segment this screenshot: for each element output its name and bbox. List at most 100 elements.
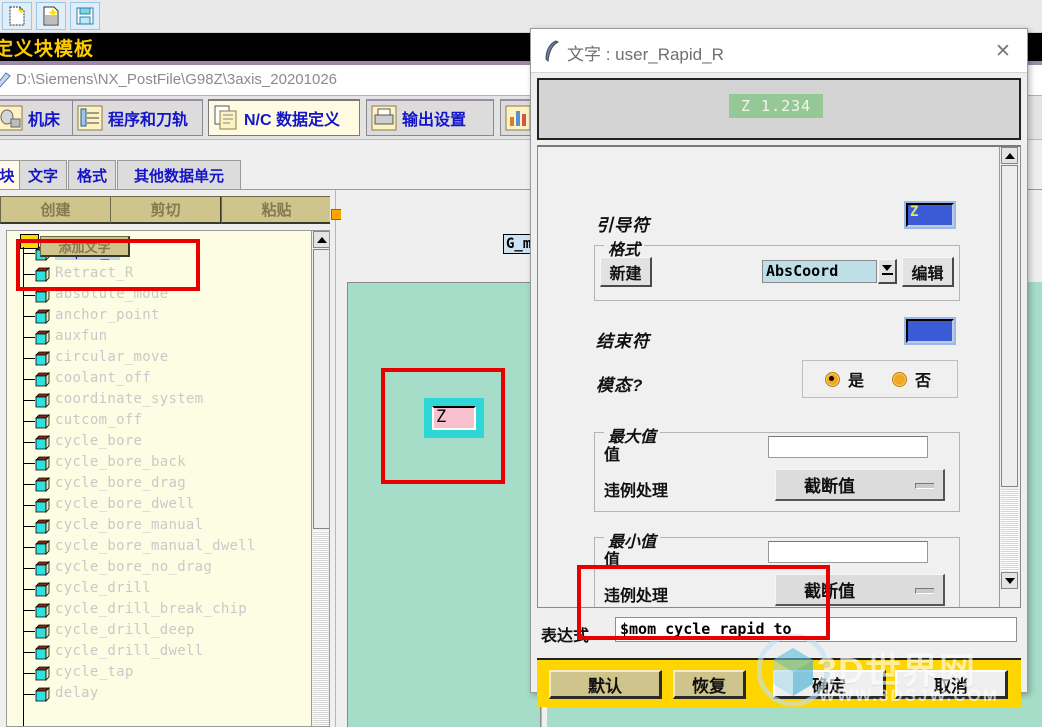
dialog-title-text: 文字 : user_Rapid_R — [567, 45, 724, 64]
tree-vertical-scrollbar[interactable] — [311, 231, 329, 726]
tree-item[interactable]: cycle_bore_dwell — [7, 495, 312, 516]
subtab-label: 其他数据单元 — [133, 167, 224, 185]
block-cube-icon — [35, 372, 50, 387]
block-cube-icon — [35, 435, 50, 450]
tree-item-label: anchor_point — [55, 307, 160, 323]
cancel-button[interactable]: 取消 — [895, 670, 1008, 699]
max-value-input[interactable] — [768, 436, 928, 458]
tree-item[interactable]: cycle_drill_deep — [7, 621, 312, 642]
tree-item[interactable]: cycle_bore_manual_dwell — [7, 537, 312, 558]
format-combo-dropdown-icon[interactable] — [878, 259, 897, 284]
modal-radio-yes[interactable]: 是 — [825, 367, 864, 391]
ribbon-tab-label: N/C 数据定义 — [244, 112, 341, 129]
tree-item[interactable]: absolute_mode — [7, 285, 312, 306]
ribbon-tab-output-settings[interactable]: 输出设置 — [366, 99, 494, 136]
modal-radio-no[interactable]: 否 — [892, 367, 931, 391]
radio-off-icon — [892, 371, 908, 387]
left-panel-splitter[interactable] — [330, 190, 342, 727]
tree-connector-icon — [23, 274, 35, 275]
tree-item[interactable]: cycle_drill_break_chip — [7, 600, 312, 621]
save-file-button[interactable] — [70, 2, 100, 30]
tree-item[interactable]: cycle_bore — [7, 432, 312, 453]
subtab-text[interactable]: 文字 — [19, 160, 67, 189]
tree-item[interactable]: cycle_tap — [7, 663, 312, 684]
block-canvas[interactable] — [347, 282, 541, 727]
tree-item[interactable]: cycle_drill_dwell — [7, 642, 312, 663]
scroll-thumb[interactable] — [1001, 165, 1018, 487]
max-violation-label: 违例处理 — [604, 483, 669, 500]
tree-item-label: cycle_bore_back — [55, 454, 186, 470]
create-button[interactable]: 创建 — [0, 196, 112, 224]
min-value-input[interactable] — [768, 541, 928, 563]
scroll-up-button[interactable] — [313, 231, 329, 248]
block-word-chip[interactable]: Z — [424, 398, 484, 438]
scroll-track[interactable] — [313, 531, 329, 726]
ok-button[interactable]: 确定 — [773, 670, 886, 699]
block-cube-icon — [35, 477, 50, 492]
tree-item[interactable]: cycle_bore_manual — [7, 516, 312, 537]
new-file-button[interactable] — [2, 2, 32, 30]
tree-item[interactable]: coordinate_system — [7, 390, 312, 411]
tree-item-label: cycle_bore_manual — [55, 517, 204, 533]
tree-item-label: cycle_drill_break_chip — [55, 601, 248, 617]
arrow-down-icon — [1004, 577, 1015, 584]
leader-color-swatch[interactable]: Z — [904, 201, 956, 229]
leader-value: Z — [910, 204, 919, 220]
tree-connector-icon — [23, 652, 35, 653]
modal-radio-group: 是 否 — [802, 360, 958, 398]
cut-button[interactable]: 剪切 — [110, 196, 222, 224]
block-tree-items: Rapid_RRetract_Rabsolute_modeanchor_poin… — [7, 231, 312, 726]
arrow-up-icon — [316, 236, 327, 243]
default-button[interactable]: 默认 — [549, 670, 662, 699]
text-properties-dialog[interactable]: 文字 : user_Rapid_R ✕ Z 1.234 引导符 Z 格式 新建 … — [530, 28, 1028, 707]
new-format-button[interactable]: 新建 — [600, 257, 652, 287]
tree-item[interactable]: coolant_off — [7, 369, 312, 390]
min-violation-option-menu[interactable]: 截断值 — [775, 574, 945, 606]
new-file-icon — [9, 6, 25, 26]
ribbon-tab-nc-data-definition[interactable]: N/C 数据定义 — [208, 99, 360, 136]
scroll-track[interactable] — [1001, 489, 1018, 571]
tree-item[interactable]: cutcom_off — [7, 411, 312, 432]
tree-item[interactable]: cycle_drill — [7, 579, 312, 600]
scroll-down-button[interactable] — [1001, 572, 1018, 589]
tree-item[interactable]: Retract_R — [7, 264, 312, 285]
subtab-other-data-units[interactable]: 其他数据单元 — [117, 160, 241, 189]
max-value-label: 值 — [604, 447, 621, 464]
tree-item[interactable]: cycle_bore_back — [7, 453, 312, 474]
block-tree[interactable]: Rapid_RRetract_Rabsolute_modeanchor_poin… — [6, 230, 330, 727]
block-cube-icon — [35, 309, 50, 324]
paste-button[interactable]: 粘贴 — [221, 196, 333, 224]
dialog-titlebar: 文字 : user_Rapid_R ✕ — [531, 29, 1027, 73]
subtab-format[interactable]: 格式 — [68, 160, 116, 189]
restore-button[interactable]: 恢复 — [673, 670, 746, 699]
max-violation-option-menu[interactable]: 截断值 — [775, 469, 945, 501]
tree-item-label: cycle_drill_dwell — [55, 643, 204, 659]
tree-item[interactable]: cycle_bore_drag — [7, 474, 312, 495]
tree-item-label: cycle_bore_dwell — [55, 496, 195, 512]
tree-connector-icon — [23, 337, 35, 338]
expression-label: 表达式 — [541, 628, 590, 645]
scroll-thumb[interactable] — [313, 249, 329, 529]
tree-item-label: cycle_bore_manual_dwell — [55, 538, 256, 554]
scroll-up-button[interactable] — [1001, 147, 1018, 164]
ribbon-tab-program-toolpath[interactable]: 程序和刀轨 — [72, 99, 203, 136]
format-combo[interactable]: AbsCoord — [762, 260, 877, 283]
add-text-button[interactable]: 添加文字 — [40, 236, 130, 257]
tree-item[interactable]: anchor_point — [7, 306, 312, 327]
open-file-button[interactable] — [36, 2, 66, 30]
dialog-form-scrollbar[interactable] — [999, 147, 1020, 607]
expression-input[interactable]: $mom_cycle_rapid_to — [615, 617, 1017, 642]
dialog-form-scroll-area[interactable]: 引导符 Z 格式 新建 AbsCoord 编辑 结束符 模态? 是 否 最大值 … — [537, 145, 1021, 608]
tree-item[interactable]: cycle_bore_no_drag — [7, 558, 312, 579]
tree-item[interactable]: circular_move — [7, 348, 312, 369]
ribbon-tab-label: 机床 — [28, 112, 61, 129]
trailer-color-swatch[interactable] — [904, 317, 956, 345]
tree-item-label: coordinate_system — [55, 391, 204, 407]
tree-item[interactable]: auxfun — [7, 327, 312, 348]
tree-item[interactable]: delay — [7, 684, 312, 705]
edit-format-button[interactable]: 编辑 — [902, 257, 954, 287]
arrow-up-icon — [1004, 152, 1015, 159]
block-cube-icon — [35, 498, 50, 513]
close-icon[interactable]: ✕ — [989, 37, 1017, 65]
tree-item-label: cycle_bore — [55, 433, 143, 449]
